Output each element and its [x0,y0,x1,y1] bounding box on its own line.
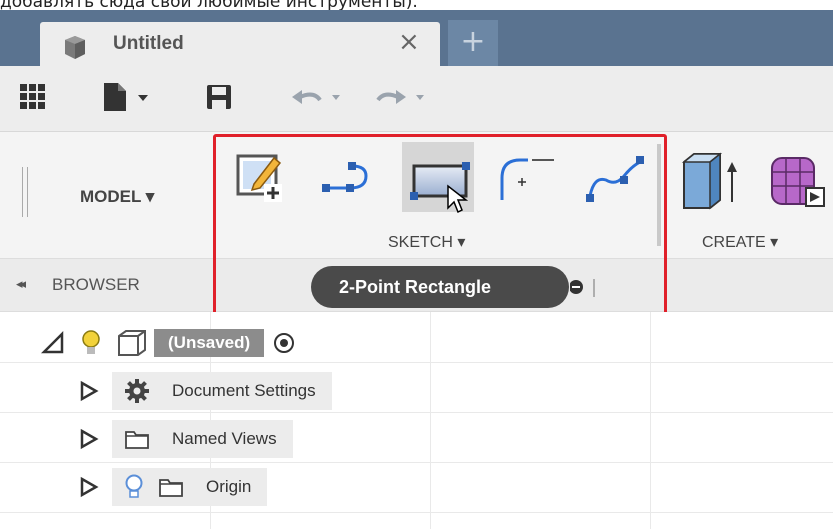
apps-grid-icon[interactable] [18,80,48,114]
lightbulb-icon[interactable] [80,328,102,358]
tree-item-named-views[interactable]: Named Views [78,420,293,458]
collapse-triangle-icon[interactable] [40,330,66,356]
expand-triangle-icon[interactable] [78,427,100,451]
browser-title: BROWSER [52,275,140,294]
undo-icon[interactable] [288,80,348,114]
lightbulb-off-icon[interactable] [124,473,144,501]
document-tab-title: Untitled [113,33,184,54]
extrude-box-icon [681,152,737,210]
tree-item-label: Origin [206,477,252,496]
expand-triangle-icon[interactable] [78,379,100,403]
tree-item-label: Document Settings [172,381,316,400]
ribbon-grip-handle[interactable] [22,167,28,217]
close-tab-icon[interactable]: × [398,27,420,57]
form-tool-button[interactable] [762,142,833,212]
workspace-switcher-button[interactable]: MODEL ▾ [80,187,154,207]
folder-icon [159,479,183,497]
tree-item-document-settings[interactable]: Document Settings [78,372,332,410]
document-tab-bar: Untitled × + [0,10,833,66]
new-tab-button[interactable]: + [448,20,498,66]
root-component-label: (Unsaved) [154,329,265,357]
file-menu-icon[interactable] [100,80,152,114]
tspline-form-icon [771,157,825,207]
component-box-icon [118,330,146,356]
expand-triangle-icon[interactable] [78,475,100,499]
collapse-browser-icon[interactable]: ◂◂ [16,277,26,292]
tree-item-label: Named Views [172,429,277,448]
folder-icon [125,431,149,449]
browser-tree: (Unsaved) Document Settings Named Views … [0,312,833,529]
extrude-tool-button[interactable] [674,142,746,212]
tree-root-node[interactable]: (Unsaved) [40,324,296,362]
activate-radio-icon[interactable] [272,331,296,355]
document-tab[interactable]: Untitled × [40,22,440,66]
tree-item-origin[interactable]: Origin [78,468,268,506]
quick-access-toolbar [0,66,833,132]
highlight-frame [213,134,667,321]
redo-icon[interactable] [372,80,432,114]
create-group-menu[interactable]: CREATE ▾ [702,232,778,252]
gear-icon [125,379,149,403]
save-icon[interactable] [204,80,234,114]
document-cube-icon [60,34,90,66]
